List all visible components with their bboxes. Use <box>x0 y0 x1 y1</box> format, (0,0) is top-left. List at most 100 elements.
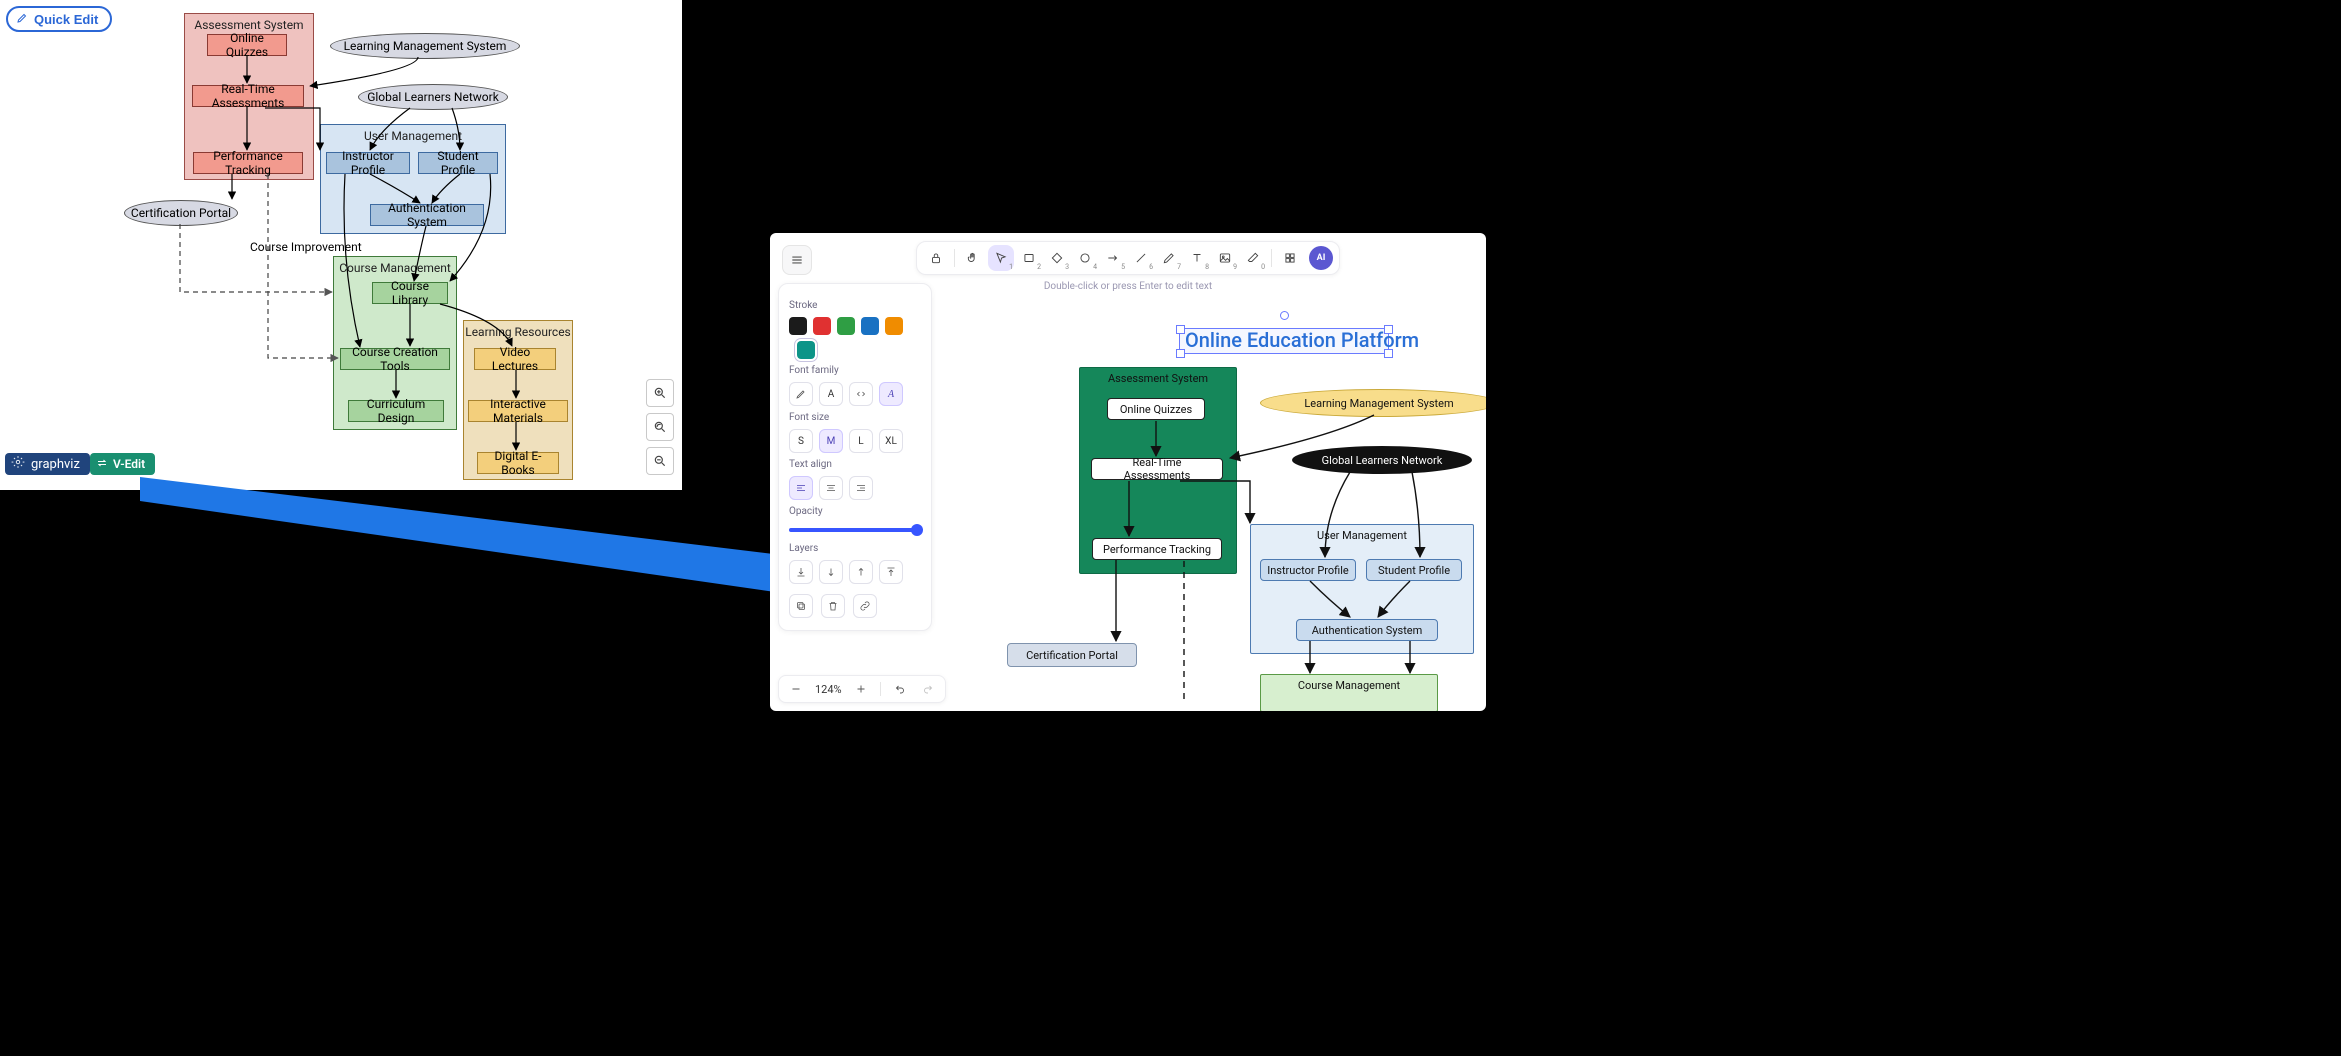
node-curriculum[interactable]: Curriculum Design <box>348 400 444 422</box>
tool-eraser[interactable]: 0 <box>1240 245 1266 271</box>
zoom-in-button[interactable] <box>852 680 870 698</box>
tool-draw[interactable]: 7 <box>1156 245 1182 271</box>
swatch[interactable] <box>789 317 807 335</box>
rnode-lms[interactable]: Learning Management System <box>1260 389 1486 417</box>
swap-icon <box>96 457 108 472</box>
node-perf-tracking[interactable]: Performance Tracking <box>193 152 303 174</box>
font-normal[interactable]: A <box>819 382 843 406</box>
tool-text[interactable]: 8 <box>1184 245 1210 271</box>
node-course-creation[interactable]: Course Creation Tools <box>340 348 450 370</box>
font-code[interactable] <box>849 382 873 406</box>
delete-button[interactable] <box>821 594 845 618</box>
node-video-lectures[interactable]: Video Lectures <box>474 348 556 370</box>
toolbar-separator <box>954 249 955 267</box>
swatch[interactable] <box>797 341 815 359</box>
rnode-gln[interactable]: Global Learners Network <box>1292 446 1472 474</box>
font-hand[interactable] <box>789 382 813 406</box>
quick-edit-button[interactable]: Quick Edit <box>6 6 112 32</box>
section-font-family: Font family <box>789 365 921 376</box>
selection-handle[interactable] <box>1176 349 1185 358</box>
layer-to-back[interactable] <box>789 560 813 584</box>
cluster-title: Assessment System <box>1080 372 1236 385</box>
label-course-improvement: Course Improvement <box>250 240 362 254</box>
cluster-title: Course Management <box>1261 679 1437 692</box>
quick-edit-label: Quick Edit <box>34 12 98 27</box>
tool-toolbar: 1 2 3 4 5 6 7 8 9 0 AI <box>916 241 1340 275</box>
node-student-profile[interactable]: Student Profile <box>418 152 498 174</box>
tool-select[interactable]: 1 <box>988 245 1014 271</box>
layer-forward[interactable] <box>849 560 873 584</box>
tool-arrow[interactable]: 5 <box>1100 245 1126 271</box>
cluster-title: User Management <box>1251 529 1473 542</box>
rcluster-course-mgmt[interactable]: Course Management <box>1260 674 1438 711</box>
rnode-quizzes[interactable]: Online Quizzes <box>1107 398 1205 420</box>
gear-icon <box>11 455 25 473</box>
diagram-title[interactable]: Online Education Platform <box>1185 328 1419 352</box>
rnode-auth[interactable]: Authentication System <box>1296 619 1438 641</box>
align-left[interactable] <box>789 476 813 500</box>
swatch[interactable] <box>885 317 903 335</box>
align-center[interactable] <box>819 476 843 500</box>
node-gln[interactable]: Global Learners Network <box>358 84 508 110</box>
section-opacity: Opacity <box>789 506 921 517</box>
selection-handle[interactable] <box>1176 325 1185 334</box>
node-online-quizzes[interactable]: Online Quizzes <box>207 34 287 56</box>
dual-view-canvas: Quick Edit Assessment System Online Quiz… <box>0 0 2341 1056</box>
swatch[interactable] <box>813 317 831 335</box>
properties-panel: Stroke Font family A A Font size S M L <box>778 283 932 631</box>
zoom-value[interactable]: 124% <box>815 683 842 696</box>
size-xl[interactable]: XL <box>879 429 903 453</box>
selection-rotate-handle[interactable] <box>1280 311 1289 320</box>
node-auth-system[interactable]: Authentication System <box>370 204 484 226</box>
opacity-slider[interactable] <box>789 523 921 537</box>
hamburger-menu-button[interactable] <box>782 245 812 275</box>
graphviz-badge[interactable]: graphviz <box>5 453 90 475</box>
rnode-perf[interactable]: Performance Tracking <box>1092 538 1222 560</box>
rnode-cert[interactable]: Certification Portal <box>1007 643 1137 667</box>
tool-diamond[interactable]: 3 <box>1044 245 1070 271</box>
tool-image[interactable]: 9 <box>1212 245 1238 271</box>
tool-lock[interactable] <box>923 245 949 271</box>
node-lms[interactable]: Learning Management System <box>330 33 520 59</box>
link-button[interactable] <box>853 594 877 618</box>
redo-button[interactable] <box>919 680 937 698</box>
tool-ellipse[interactable]: 4 <box>1072 245 1098 271</box>
tool-line[interactable]: 6 <box>1128 245 1154 271</box>
hamburger-icon <box>790 253 804 267</box>
excalidraw-pane: 1 2 3 4 5 6 7 8 9 0 AI Double-click or p… <box>770 233 1486 711</box>
rnode-student[interactable]: Student Profile <box>1366 559 1462 581</box>
graphviz-pane: Quick Edit Assessment System Online Quiz… <box>0 0 682 490</box>
rnode-instructor[interactable]: Instructor Profile <box>1260 559 1356 581</box>
rnode-realtime[interactable]: Real-Time Assessments <box>1091 458 1223 480</box>
layer-to-front[interactable] <box>879 560 903 584</box>
node-realtime-assess[interactable]: Real-Time Assessments <box>192 85 304 107</box>
ai-button[interactable]: AI <box>1309 246 1333 270</box>
toolbar-separator <box>1271 249 1272 267</box>
zoom-in-button[interactable] <box>646 379 674 407</box>
swatch[interactable] <box>837 317 855 335</box>
size-s[interactable]: S <box>789 429 813 453</box>
section-stroke: Stroke <box>789 300 921 311</box>
size-l[interactable]: L <box>849 429 873 453</box>
tool-extra[interactable] <box>1277 245 1303 271</box>
zoom-out-button[interactable] <box>787 680 805 698</box>
footer-separator <box>880 682 881 696</box>
cluster-title: User Management <box>321 129 505 143</box>
duplicate-button[interactable] <box>789 594 813 618</box>
size-m[interactable]: M <box>819 429 843 453</box>
node-cert[interactable]: Certification Portal <box>124 200 238 226</box>
swatch[interactable] <box>861 317 879 335</box>
tool-hand[interactable] <box>960 245 986 271</box>
zoom-reset-button[interactable] <box>646 413 674 441</box>
section-layers: Layers <box>789 543 921 554</box>
cluster-title: Assessment System <box>185 18 313 32</box>
font-serif[interactable]: A <box>879 382 903 406</box>
section-text-align: Text align <box>789 459 921 470</box>
layer-backward[interactable] <box>819 560 843 584</box>
node-course-library[interactable]: Course Library <box>372 282 448 304</box>
undo-button[interactable] <box>891 680 909 698</box>
align-right[interactable] <box>849 476 873 500</box>
node-interactive-mat[interactable]: Interactive Materials <box>468 400 568 422</box>
tool-rectangle[interactable]: 2 <box>1016 245 1042 271</box>
node-instructor-profile[interactable]: Instructor Profile <box>326 152 410 174</box>
